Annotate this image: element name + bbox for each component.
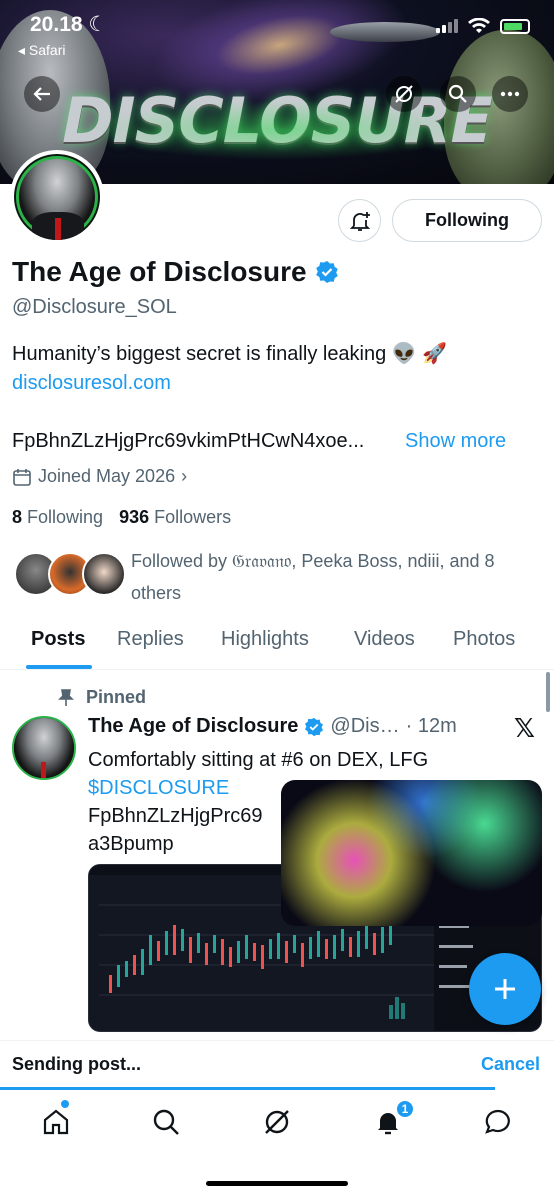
scrollbar[interactable] xyxy=(546,672,550,712)
profile-tabs: Posts Replies Highlights Videos Photos xyxy=(0,620,554,670)
profile-avatar[interactable] xyxy=(10,150,104,244)
status-icons xyxy=(436,18,530,34)
post-line: Comfortably sitting at #6 on DEX, LFG xyxy=(88,749,429,771)
follow-counts: 8 Following 936 Followers xyxy=(12,507,231,528)
back-to-app[interactable]: ◂ Safari xyxy=(18,42,66,59)
followers-count-link[interactable]: 936 Followers xyxy=(119,507,231,528)
nav-home[interactable] xyxy=(40,1106,72,1138)
tab-posts[interactable]: Posts xyxy=(31,628,85,651)
x-logo-icon: 𝕏 xyxy=(514,714,535,744)
status-bar: 20.18 ☾ ◂ Safari xyxy=(0,0,554,60)
status-time: 20.18 ☾ xyxy=(30,13,108,36)
home-indicator xyxy=(206,1181,348,1186)
contract-address-text: FpBhnZLzHjgPrc69vkimPtHCwN4xoe... xyxy=(12,430,365,452)
tab-photos[interactable]: Photos xyxy=(453,628,515,651)
profile-name: The Age of Disclosure xyxy=(12,256,339,288)
active-tab-indicator xyxy=(26,665,92,669)
post-time: · 12m xyxy=(405,715,457,737)
wifi-icon xyxy=(468,18,490,33)
back-arrow-icon xyxy=(33,87,50,101)
post-header: The Age of Disclosure @Dis… · 12m xyxy=(88,715,457,738)
more-options-button[interactable] xyxy=(492,76,528,112)
followed-by-text[interactable]: Followed by 𝔊𝔯𝔞𝔳𝔞𝔫𝔬, Peeka Boss, ndiii, … xyxy=(131,545,541,609)
pin-icon xyxy=(58,688,74,706)
profile-handle: @Disclosure_SOL xyxy=(12,296,177,318)
nav-grok[interactable] xyxy=(261,1106,293,1138)
tab-replies[interactable]: Replies xyxy=(117,628,184,651)
tab-videos[interactable]: Videos xyxy=(354,628,415,651)
grok-icon xyxy=(395,85,413,103)
nav-search[interactable] xyxy=(150,1106,182,1138)
plus-icon xyxy=(495,979,515,999)
profile-bio: Humanity’s biggest secret is finally lea… xyxy=(12,343,448,365)
post-author-avatar[interactable] xyxy=(12,716,76,780)
battery-icon xyxy=(500,18,530,34)
pinned-text: Pinned xyxy=(86,687,147,707)
joined-text: Joined May 2026 xyxy=(38,466,176,486)
notify-bell-button[interactable] xyxy=(338,199,381,242)
search-icon xyxy=(153,1109,179,1135)
grok-button[interactable] xyxy=(386,76,422,112)
search-button[interactable] xyxy=(440,76,476,112)
signal-icon xyxy=(436,19,458,33)
home-unread-dot xyxy=(61,1100,69,1108)
chat-bubble-icon xyxy=(485,1109,510,1134)
chevron-right-icon: › xyxy=(181,466,188,486)
profile-name-text: The Age of Disclosure xyxy=(12,256,307,287)
sending-post-text: Sending post... xyxy=(12,1054,141,1074)
nav-messages[interactable] xyxy=(482,1106,514,1138)
post-author-handle: @Dis… xyxy=(330,715,400,737)
more-icon xyxy=(500,91,520,97)
picture-in-picture-video[interactable] xyxy=(281,780,542,926)
search-icon xyxy=(448,84,467,103)
bell-plus-icon xyxy=(349,211,370,231)
followed-by-avatars[interactable] xyxy=(14,552,126,598)
verified-badge-icon xyxy=(315,261,338,283)
cancel-sending-button[interactable]: Cancel xyxy=(481,1054,540,1075)
profile-website-link[interactable]: disclosuresol.com xyxy=(12,372,171,395)
back-button[interactable] xyxy=(24,76,60,112)
following-button[interactable]: Following xyxy=(392,199,542,242)
moon-icon: ☾ xyxy=(88,13,108,36)
grok-icon xyxy=(265,1110,289,1134)
follower-avatar xyxy=(82,552,126,596)
pinned-label: Pinned xyxy=(58,687,146,708)
post-author-name[interactable]: The Age of Disclosure xyxy=(88,715,298,738)
compose-post-button[interactable] xyxy=(469,953,541,1025)
joined-date[interactable]: Joined May 2026 › xyxy=(12,466,187,487)
tab-highlights[interactable]: Highlights xyxy=(221,628,309,651)
verified-badge-icon xyxy=(305,717,324,736)
calendar-icon xyxy=(13,468,31,486)
sending-progress-bar xyxy=(0,1087,495,1090)
home-icon xyxy=(43,1109,69,1135)
following-count-link[interactable]: 8 Following xyxy=(12,507,103,528)
show-more-link[interactable]: Show more xyxy=(405,430,506,453)
notification-count-badge: 1 xyxy=(396,1100,414,1118)
